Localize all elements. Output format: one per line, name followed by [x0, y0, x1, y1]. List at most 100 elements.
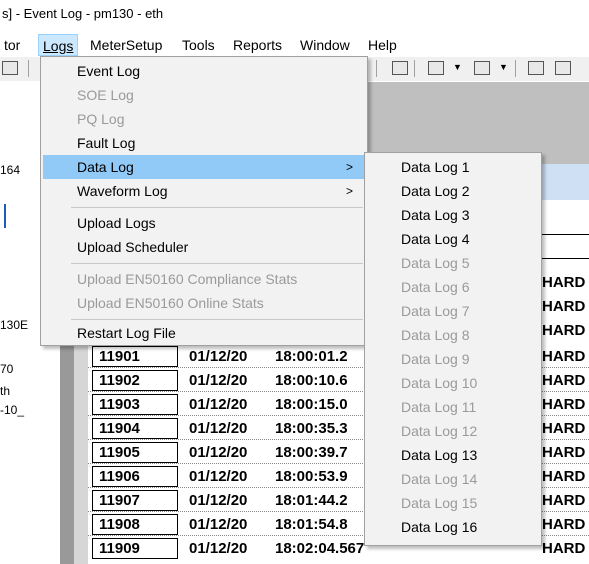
menu-tools[interactable]: Tools [178, 34, 219, 56]
event-time-cell: 18:00:39.7 [275, 444, 348, 461]
menu-separator [71, 263, 363, 264]
submenu-item-data-log-8[interactable]: Data Log 8 [367, 323, 539, 347]
menu-item-data-log[interactable]: Data Log > [43, 155, 365, 179]
source-cell: HARD [542, 322, 586, 339]
submenu-item-data-log-1[interactable]: Data Log 1 [367, 155, 539, 179]
left-fragment: -10_ [0, 403, 25, 417]
menu-help[interactable]: Help [364, 34, 401, 56]
event-id-cell: 11905 [92, 442, 178, 463]
chart-icon[interactable] [555, 61, 571, 75]
submenu-item-data-log-9[interactable]: Data Log 9 [367, 347, 539, 371]
chevron-right-icon: > [345, 184, 353, 198]
title-bar: s] - Event Log - pm130 - eth [0, 0, 589, 30]
table-grid-line [540, 258, 589, 259]
source-cell: HARD [542, 420, 586, 437]
grid-icon[interactable] [392, 61, 408, 75]
menu-item-upload-en50160-online[interactable]: Upload EN50160 Online Stats [43, 291, 365, 315]
event-time-cell: 18:00:01.2 [275, 348, 348, 365]
submenu-item-data-log-13[interactable]: Data Log 13 [367, 443, 539, 467]
menu-item-upload-scheduler[interactable]: Upload Scheduler [43, 235, 365, 259]
print-icon[interactable] [2, 61, 18, 75]
menu-bar: tor Logs MeterSetup Tools Reports Window… [0, 32, 589, 56]
menu-item-waveform-log[interactable]: Waveform Log > [43, 179, 365, 203]
import-dropdown-icon[interactable]: ▼ [499, 62, 508, 72]
submenu-item-data-log-5[interactable]: Data Log 5 [367, 251, 539, 275]
submenu-item-data-log-6[interactable]: Data Log 6 [367, 275, 539, 299]
left-fragment: th [0, 384, 11, 398]
event-id-cell: 11906 [92, 466, 178, 487]
left-fragment: 164 [0, 163, 21, 177]
menu-logs-label: Logs [43, 38, 74, 54]
event-id-cell: 11909 [92, 538, 178, 559]
submenu-item-data-log-14[interactable]: Data Log 14 [367, 467, 539, 491]
submenu-item-data-log-7[interactable]: Data Log 7 [367, 299, 539, 323]
event-date-cell: 01/12/20 [189, 348, 248, 365]
menu-reports[interactable]: Reports [229, 34, 286, 56]
event-time-cell: 18:00:35.3 [275, 420, 348, 437]
left-divider [4, 204, 6, 228]
submenu-item-data-log-15[interactable]: Data Log 15 [367, 491, 539, 515]
event-id-cell: 11903 [92, 394, 178, 415]
toolbar-separator [515, 60, 516, 77]
source-cell: HARD [542, 274, 586, 291]
menu-item-restart-log-file[interactable]: Restart Log File [43, 321, 365, 345]
event-id-cell: 11901 [92, 346, 178, 367]
import-icon[interactable] [474, 61, 490, 75]
event-time-cell: 18:00:10.6 [275, 372, 348, 389]
menu-item-event-log[interactable]: Event Log [43, 59, 365, 83]
source-cell: HARD [542, 468, 586, 485]
child-window-border-inner [74, 320, 88, 564]
export-dropdown-icon[interactable]: ▼ [453, 62, 462, 72]
event-date-cell: 01/12/20 [189, 444, 248, 461]
source-cell: HARD [542, 298, 586, 315]
event-id-cell: 11908 [92, 514, 178, 535]
menu-item-soe-log[interactable]: SOE Log [43, 83, 365, 107]
source-cell: HARD [542, 372, 586, 389]
submenu-item-data-log-3[interactable]: Data Log 3 [367, 203, 539, 227]
event-time-cell: 18:00:15.0 [275, 396, 348, 413]
toolbar-separator [414, 60, 415, 77]
menu-item-upload-logs[interactable]: Upload Logs [43, 211, 365, 235]
toolbar-separator [28, 60, 29, 77]
source-cell: HARD [542, 444, 586, 461]
event-time-cell: 18:02:04.567 [275, 540, 365, 557]
event-date-cell: 01/12/20 [189, 492, 248, 509]
event-time-cell: 18:00:53.9 [275, 468, 348, 485]
submenu-item-data-log-16[interactable]: Data Log 16 [367, 515, 539, 539]
menu-separator [71, 207, 363, 208]
event-id-cell: 11904 [92, 418, 178, 439]
event-date-cell: 01/12/20 [189, 372, 248, 389]
table-grid-line [540, 234, 589, 235]
submenu-item-data-log-11[interactable]: Data Log 11 [367, 395, 539, 419]
toolbar-separator [376, 60, 377, 77]
menu-item-upload-en50160-compliance[interactable]: Upload EN50160 Compliance Stats [43, 267, 365, 291]
menu-tools-fragment[interactable]: tor [0, 34, 24, 56]
event-date-cell: 01/12/20 [189, 540, 248, 557]
data-log-submenu: Data Log 1 Data Log 2 Data Log 3 Data Lo… [364, 152, 542, 546]
source-cell: HARD [542, 396, 586, 413]
export-icon[interactable] [428, 61, 444, 75]
menu-item-fault-log[interactable]: Fault Log [43, 131, 365, 155]
menu-window[interactable]: Window [296, 34, 354, 56]
event-id-cell: 11907 [92, 490, 178, 511]
source-cell: HARD [542, 540, 586, 557]
source-cell: HARD [542, 516, 586, 533]
event-time-cell: 18:01:44.2 [275, 492, 348, 509]
event-time-cell: 18:01:54.8 [275, 516, 348, 533]
submenu-item-data-log-12[interactable]: Data Log 12 [367, 419, 539, 443]
source-cell: HARD [542, 492, 586, 509]
chevron-right-icon: > [345, 160, 353, 174]
submenu-item-data-log-2[interactable]: Data Log 2 [367, 179, 539, 203]
submenu-item-data-log-4[interactable]: Data Log 4 [367, 227, 539, 251]
menu-metersetup[interactable]: MeterSetup [86, 34, 166, 56]
menu-item-waveform-log-label: Waveform Log [77, 183, 168, 199]
submenu-item-data-log-10[interactable]: Data Log 10 [367, 371, 539, 395]
picture-icon[interactable] [528, 61, 544, 75]
source-cell: HARD [542, 348, 586, 365]
event-date-cell: 01/12/20 [189, 516, 248, 533]
menu-logs[interactable]: Logs [38, 34, 79, 56]
logs-menu: Event Log SOE Log PQ Log Fault Log Data … [40, 56, 368, 346]
menu-item-pq-log[interactable]: PQ Log [43, 107, 365, 131]
window-title: s] - Event Log - pm130 - eth [2, 6, 164, 21]
left-fragment: 70 [0, 362, 14, 376]
